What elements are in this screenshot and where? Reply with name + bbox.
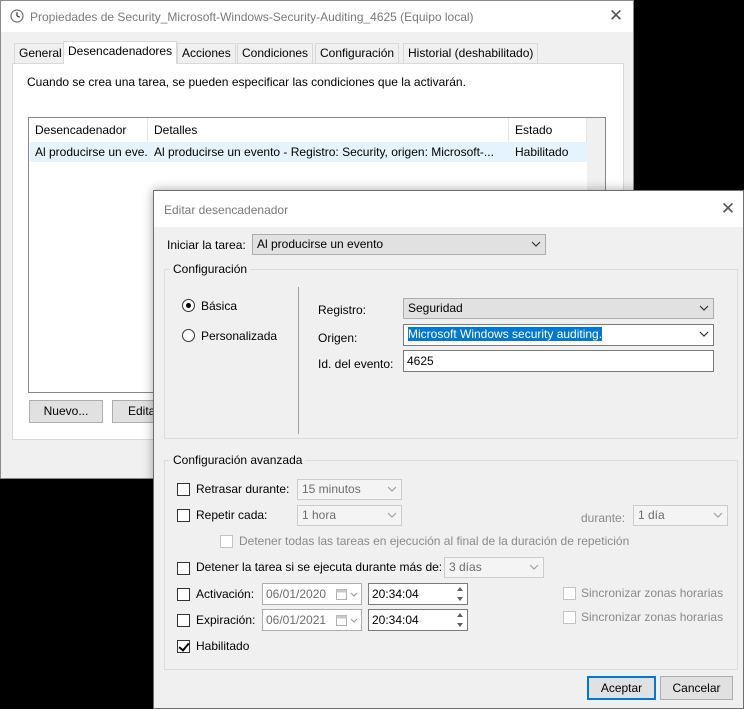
chevron-down-icon: [713, 512, 723, 518]
stop-if-runs-checkbox[interactable]: [177, 562, 190, 575]
log-value: Seguridad: [408, 301, 463, 315]
delay-label[interactable]: Retrasar durante:: [196, 482, 289, 496]
activation-time-value: 20:34:04: [372, 587, 419, 601]
stop-all-tasks-checkbox[interactable]: [220, 535, 233, 548]
sync-expiration-checkbox[interactable]: [563, 611, 576, 624]
new-trigger-button[interactable]: Nuevo...: [29, 400, 103, 423]
chevron-down-icon: [531, 241, 541, 247]
ok-button[interactable]: Aceptar: [587, 676, 656, 700]
radio-basic[interactable]: [182, 299, 195, 312]
repeat-duration-dropdown[interactable]: 1 día: [633, 505, 728, 526]
chevron-down-icon[interactable]: [698, 325, 710, 344]
radio-custom-label[interactable]: Personalizada: [201, 329, 277, 343]
chevron-down-icon: [387, 486, 397, 492]
chevron-down-icon: [529, 564, 539, 570]
expiration-time-value: 20:34:04: [372, 613, 419, 627]
tab-triggers[interactable]: Desencadenadores: [63, 41, 178, 64]
calendar-icon: [336, 615, 347, 626]
duration-label: durante:: [581, 511, 626, 525]
advanced-group-label: Configuración avanzada: [170, 453, 306, 467]
trigger-cell: Al producirse un eve...: [35, 145, 148, 159]
edit-trigger-dialog: Editar desencadenador ✕ Iniciar la tarea…: [153, 190, 744, 709]
delay-value: 15 minutos: [302, 482, 361, 496]
repeat-interval-dropdown[interactable]: 1 hora: [297, 505, 402, 526]
stop-if-value: 3 días: [449, 560, 482, 574]
sync-expiration-label[interactable]: Sincronizar zonas horarias: [581, 610, 723, 624]
stop-all-tasks-label[interactable]: Detener todas las tareas en ejecución al…: [239, 534, 629, 548]
close-icon[interactable]: ✕: [716, 198, 740, 220]
dialog-title-bar: Editar desencadenador ✕: [154, 191, 743, 227]
calendar-icon: [336, 589, 347, 600]
activation-checkbox[interactable]: [177, 588, 190, 601]
sync-activation-checkbox[interactable]: [563, 587, 576, 600]
begin-task-value: Al producirse un evento: [257, 237, 384, 251]
log-dropdown[interactable]: Seguridad: [403, 298, 714, 319]
settings-group-label: Configuración: [170, 262, 251, 276]
source-value[interactable]: Microsoft Windows security auditing.: [408, 327, 603, 341]
settings-separator: [298, 287, 299, 434]
tab-history[interactable]: Historial (deshabilitado): [403, 43, 539, 63]
begin-task-label: Iniciar la tarea:: [167, 238, 246, 252]
expiration-checkbox[interactable]: [177, 614, 190, 627]
duration-value: 1 día: [638, 508, 665, 522]
expiration-date-picker[interactable]: 06/01/2021: [262, 609, 362, 631]
spin-up-icon[interactable]: [453, 610, 467, 620]
dialog-title: Editar desencadenador: [164, 203, 289, 217]
event-id-label: Id. del evento:: [318, 357, 394, 371]
activation-time-input[interactable]: 20:34:04: [368, 583, 468, 605]
tab-actions[interactable]: Acciones: [177, 43, 236, 63]
tab-settings[interactable]: Configuración: [315, 43, 400, 63]
triggers-description: Cuando se crea una tarea, se pueden espe…: [27, 75, 466, 89]
delay-dropdown[interactable]: 15 minutos: [297, 479, 402, 500]
details-cell: Al producirse un evento - Registro: Secu…: [154, 145, 494, 159]
enabled-checkbox[interactable]: [177, 640, 190, 653]
stop-if-runs-label[interactable]: Detener la tarea si se ejecuta durante m…: [196, 560, 442, 574]
event-id-input[interactable]: 4625: [403, 350, 714, 372]
tab-conditions[interactable]: Condiciones: [237, 43, 314, 63]
title-bar: Propiedades de Security_Microsoft-Window…: [1, 1, 633, 32]
expiration-time-input[interactable]: 20:34:04: [368, 609, 468, 631]
chevron-down-icon: [350, 592, 358, 597]
activation-date-picker[interactable]: 06/01/2020: [262, 583, 362, 605]
window-title: Propiedades de Security_Microsoft-Window…: [30, 10, 474, 24]
chevron-down-icon: [387, 512, 397, 518]
spin-down-icon[interactable]: [453, 620, 467, 630]
activation-date-value: 06/01/2020: [266, 587, 327, 601]
activation-label[interactable]: Activación:: [196, 587, 254, 601]
repeat-label[interactable]: Repetir cada:: [196, 508, 267, 522]
begin-task-dropdown[interactable]: Al producirse un evento: [252, 234, 546, 255]
spin-up-icon[interactable]: [453, 584, 467, 594]
stop-if-runs-dropdown[interactable]: 3 días: [444, 557, 544, 578]
scheduler-clock-icon: [10, 9, 24, 23]
column-header-trigger[interactable]: Desencadenador: [29, 118, 148, 142]
source-label: Origen:: [318, 331, 358, 345]
cancel-button[interactable]: Cancelar: [660, 676, 733, 700]
chevron-down-icon: [350, 618, 358, 623]
source-combobox[interactable]: Microsoft Windows security auditing.: [403, 324, 714, 346]
status-cell: Habilitado: [515, 145, 569, 159]
spin-down-icon[interactable]: [453, 594, 467, 604]
log-label: Registro:: [318, 303, 367, 317]
radio-basic-label[interactable]: Básica: [201, 299, 237, 313]
repeat-checkbox[interactable]: [177, 509, 190, 522]
enabled-label[interactable]: Habilitado: [196, 639, 249, 653]
close-icon[interactable]: ✕: [603, 5, 629, 27]
radio-custom[interactable]: [182, 329, 195, 342]
tab-general[interactable]: General: [14, 43, 67, 63]
repeat-value: 1 hora: [302, 508, 337, 522]
expiration-date-value: 06/01/2021: [266, 613, 327, 627]
delay-checkbox[interactable]: [177, 483, 190, 496]
sync-activation-label[interactable]: Sincronizar zonas horarias: [581, 586, 723, 600]
column-header-details[interactable]: Detalles: [148, 118, 509, 142]
column-header-status[interactable]: Estado: [509, 118, 587, 142]
expiration-label[interactable]: Expiración:: [196, 613, 255, 627]
chevron-down-icon: [699, 305, 709, 311]
